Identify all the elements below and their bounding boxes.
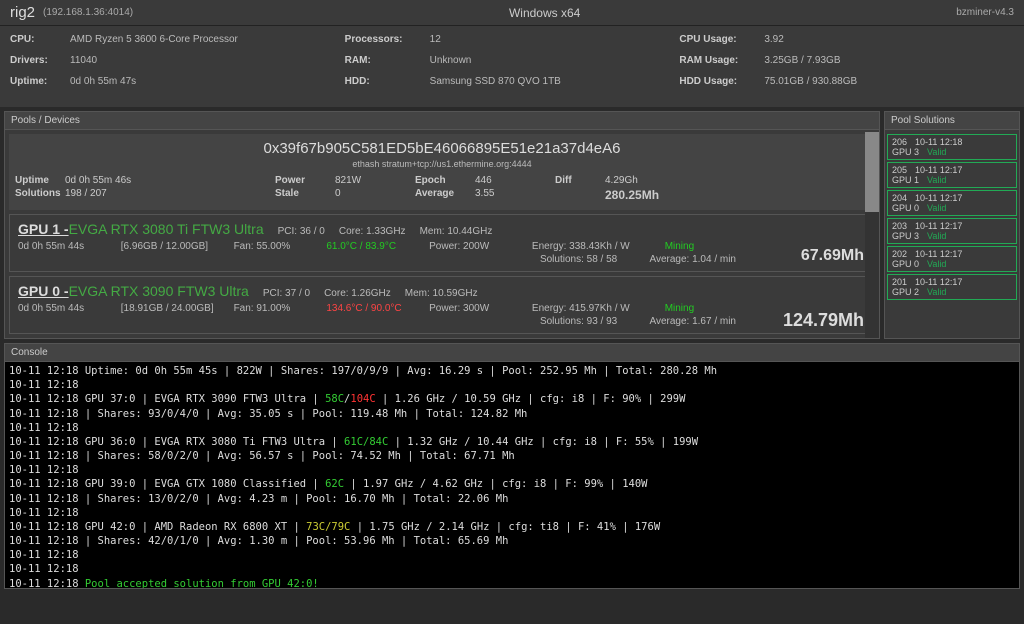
version-label: bzminer-v4.3 bbox=[956, 7, 1014, 18]
gpu0-fan: Fan: 91.00% bbox=[234, 303, 324, 314]
gpu1-avg: Average: 1.04 / min bbox=[649, 254, 736, 265]
gpu1-temp: 61.0°C / 83.9°C bbox=[326, 241, 426, 252]
gpu0-uptime: 0d 0h 55m 44s bbox=[18, 303, 118, 314]
gpu1-uptime: 0d 0h 55m 44s bbox=[18, 241, 118, 252]
gpu0-status: Mining bbox=[665, 303, 694, 314]
hdd-label: HDD: bbox=[345, 76, 430, 87]
header-bar: rig2 (192.168.1.36:4014) Windows x64 bzm… bbox=[0, 0, 1024, 26]
console-panel: Console 10-11 12:18 Uptime: 0d 0h 55m 45… bbox=[4, 343, 1020, 589]
gpu-card-1[interactable]: GPU 1 - EVGA RTX 3080 Ti FTW3 Ultra PCI:… bbox=[9, 214, 875, 272]
gpu0-model: EVGA RTX 3090 FTW3 Ultra bbox=[69, 283, 249, 299]
rig-name: rig2 bbox=[10, 4, 35, 21]
gpu0-temp: 134.6°C / 90.0°C bbox=[326, 303, 426, 314]
gpu0-power: Power: 300W bbox=[429, 303, 529, 314]
solution-item[interactable]: 20210-11 12:17GPU 0Valid bbox=[887, 246, 1017, 272]
gpu1-title: GPU 1 - bbox=[18, 221, 69, 237]
uptime-value: 0d 0h 55m 47s bbox=[70, 76, 136, 87]
hddu-label: HDD Usage: bbox=[679, 76, 764, 87]
pool-url: ethash stratum+tcp://us1.ethermine.org:4… bbox=[15, 159, 869, 169]
pool-summary: 0x39f67b905C581ED5bE46066895E51e21a37d4e… bbox=[9, 134, 875, 210]
hdd-value: Samsung SSD 870 QVO 1TB bbox=[430, 76, 561, 87]
cpuu-value: 3.92 bbox=[764, 34, 783, 45]
ram-value: Unknown bbox=[430, 55, 472, 66]
gpu1-mem: Mem: 10.44GHz bbox=[420, 226, 493, 237]
cpuu-label: CPU Usage: bbox=[679, 34, 764, 45]
p-total: 280.25Mh bbox=[605, 188, 659, 202]
gpu1-fan: Fan: 55.00% bbox=[234, 241, 324, 252]
proc-label: Processors: bbox=[345, 34, 430, 45]
pools-title: Pools / Devices bbox=[5, 112, 879, 130]
scroll-thumb[interactable] bbox=[865, 132, 879, 212]
solution-item[interactable]: 20510-11 12:17GPU 1Valid bbox=[887, 162, 1017, 188]
console-title: Console bbox=[5, 344, 1019, 362]
solutions-title: Pool Solutions bbox=[885, 112, 1019, 130]
gpu0-mem: Mem: 10.59GHz bbox=[405, 288, 478, 299]
cpu-label: CPU: bbox=[10, 34, 70, 45]
p-stale-l: Stale bbox=[275, 188, 335, 202]
gpu1-power: Power: 200W bbox=[429, 241, 529, 252]
gpu0-solutions: Solutions: 93 / 93 bbox=[540, 316, 617, 327]
drivers-value: 11040 bbox=[70, 55, 97, 66]
p-diff-v: 4.29Gh bbox=[605, 175, 705, 186]
p-diff-l: Diff bbox=[555, 175, 605, 186]
gpu1-solutions: Solutions: 58 / 58 bbox=[540, 254, 617, 265]
pools-scrollbar[interactable] bbox=[865, 132, 879, 338]
gpu1-status: Mining bbox=[665, 241, 694, 252]
gpu1-energy: Energy: 338.43Kh / W bbox=[532, 241, 662, 252]
solution-item[interactable]: 20310-11 12:17GPU 3Valid bbox=[887, 218, 1017, 244]
pool-solutions-panel: Pool Solutions 20610-11 12:18GPU 3Valid2… bbox=[884, 111, 1020, 339]
console-output[interactable]: 10-11 12:18 Uptime: 0d 0h 55m 45s | 822W… bbox=[5, 362, 1019, 588]
ramu-label: RAM Usage: bbox=[679, 55, 764, 66]
ramu-value: 3.25GB / 7.93GB bbox=[764, 55, 840, 66]
proc-value: 12 bbox=[430, 34, 441, 45]
gpu1-hashrate: 67.69Mh bbox=[801, 247, 864, 265]
hddu-value: 75.01GB / 930.88GB bbox=[764, 76, 857, 87]
p-avg-v: 3.55 bbox=[475, 188, 555, 202]
pool-address: 0x39f67b905C581ED5bE46066895E51e21a37d4e… bbox=[15, 140, 869, 157]
solution-item[interactable]: 20110-11 12:17GPU 2Valid bbox=[887, 274, 1017, 300]
ram-label: RAM: bbox=[345, 55, 430, 66]
p-uptime-v: 0d 0h 55m 46s bbox=[65, 175, 275, 186]
p-sol-l: Solutions bbox=[15, 188, 65, 202]
rig-ip: (192.168.1.36:4014) bbox=[43, 7, 133, 18]
p-pow-l: Power bbox=[275, 175, 335, 186]
gpu0-title: GPU 0 - bbox=[18, 283, 69, 299]
p-sol-v: 198 / 207 bbox=[65, 188, 275, 202]
gpu0-core: Core: 1.26GHz bbox=[324, 288, 391, 299]
gpu1-pci: PCI: 36 / 0 bbox=[278, 226, 325, 237]
p-avg-l: Average bbox=[415, 188, 475, 202]
p-uptime-l: Uptime bbox=[15, 175, 65, 186]
solution-item[interactable]: 20610-11 12:18GPU 3Valid bbox=[887, 134, 1017, 160]
gpu0-energy: Energy: 415.97Kh / W bbox=[532, 303, 662, 314]
os-label: Windows x64 bbox=[133, 6, 956, 20]
gpu-card-0[interactable]: GPU 0 - EVGA RTX 3090 FTW3 Ultra PCI: 37… bbox=[9, 276, 875, 334]
p-stale-v: 0 bbox=[335, 188, 415, 202]
gpu0-hashrate: 124.79Mh bbox=[783, 310, 864, 331]
drivers-label: Drivers: bbox=[10, 55, 70, 66]
gpu1-memory: [6.96GB / 12.00GB] bbox=[121, 241, 231, 252]
p-pow-v: 821W bbox=[335, 175, 415, 186]
solution-item[interactable]: 20410-11 12:17GPU 0Valid bbox=[887, 190, 1017, 216]
p-epoch-l: Epoch bbox=[415, 175, 475, 186]
gpu0-pci: PCI: 37 / 0 bbox=[263, 288, 310, 299]
system-info: CPU:AMD Ryzen 5 3600 6-Core Processor Dr… bbox=[0, 26, 1024, 107]
gpu1-core: Core: 1.33GHz bbox=[339, 226, 406, 237]
gpu0-avg: Average: 1.67 / min bbox=[649, 316, 736, 327]
cpu-value: AMD Ryzen 5 3600 6-Core Processor bbox=[70, 34, 238, 45]
gpu0-memory: [18.91GB / 24.00GB] bbox=[121, 303, 231, 314]
gpu1-model: EVGA RTX 3080 Ti FTW3 Ultra bbox=[69, 221, 264, 237]
pools-devices-panel: Pools / Devices 0x39f67b905C581ED5bE4606… bbox=[4, 111, 880, 339]
p-epoch-v: 446 bbox=[475, 175, 555, 186]
uptime-label: Uptime: bbox=[10, 76, 70, 87]
